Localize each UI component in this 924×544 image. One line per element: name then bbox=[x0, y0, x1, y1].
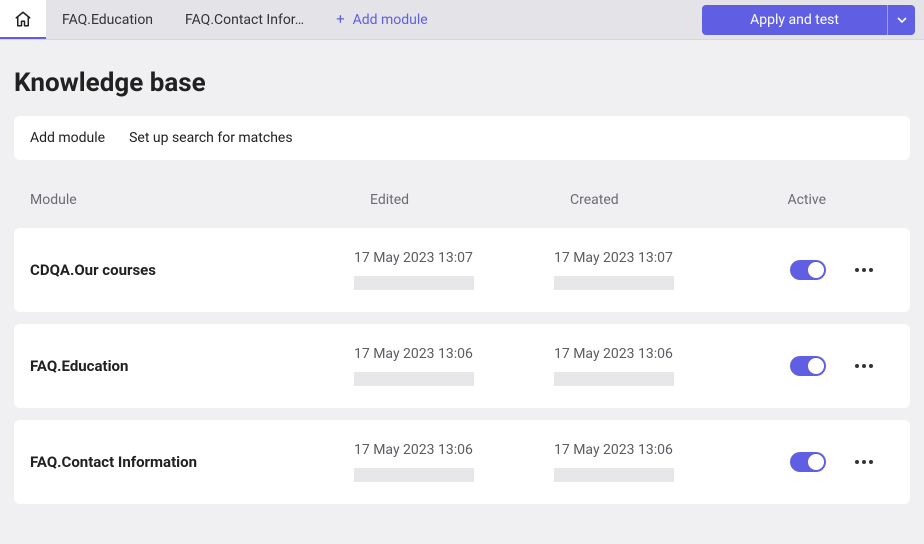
module-name: FAQ.Education bbox=[30, 357, 354, 375]
row-menu-button[interactable] bbox=[834, 460, 894, 464]
active-toggle[interactable] bbox=[790, 260, 826, 280]
table-header: Module Edited Created Active bbox=[0, 178, 924, 222]
more-icon bbox=[855, 364, 873, 368]
caret-down-icon bbox=[897, 15, 907, 25]
row-menu-button[interactable] bbox=[834, 268, 894, 272]
add-module-label: Add module bbox=[353, 12, 428, 28]
apply-dropdown-button[interactable] bbox=[887, 5, 915, 35]
edited-cell: 17 May 2023 13:06 bbox=[354, 346, 554, 386]
tab-label: FAQ.Education bbox=[62, 12, 153, 28]
edited-date: 17 May 2023 13:07 bbox=[354, 250, 554, 266]
page-title: Knowledge base bbox=[0, 40, 924, 116]
actions-bar: Add module Set up search for matches bbox=[14, 116, 910, 160]
placeholder-bar bbox=[354, 468, 474, 482]
table-row[interactable]: CDQA.Our courses 17 May 2023 13:07 17 Ma… bbox=[14, 228, 910, 312]
plus-icon: + bbox=[336, 12, 345, 27]
add-module-tab-button[interactable]: + Add module bbox=[320, 0, 444, 39]
placeholder-bar bbox=[554, 276, 674, 290]
tab-faq-contact[interactable]: FAQ.Contact Infor… bbox=[169, 0, 320, 39]
placeholder-bar bbox=[554, 372, 674, 386]
placeholder-bar bbox=[554, 468, 674, 482]
table-rows: CDQA.Our courses 17 May 2023 13:07 17 Ma… bbox=[0, 228, 924, 504]
active-toggle[interactable] bbox=[790, 452, 826, 472]
edited-date: 17 May 2023 13:06 bbox=[354, 442, 554, 458]
apply-label: Apply and test bbox=[750, 12, 839, 28]
active-cell bbox=[764, 452, 834, 472]
col-module: Module bbox=[30, 192, 370, 208]
active-cell bbox=[764, 260, 834, 280]
created-cell: 17 May 2023 13:07 bbox=[554, 250, 764, 290]
home-button[interactable] bbox=[0, 0, 46, 39]
setup-search-link[interactable]: Set up search for matches bbox=[129, 130, 292, 146]
table-row[interactable]: FAQ.Contact Information 17 May 2023 13:0… bbox=[14, 420, 910, 504]
edited-cell: 17 May 2023 13:06 bbox=[354, 442, 554, 482]
col-created: Created bbox=[570, 192, 780, 208]
module-name: FAQ.Contact Information bbox=[30, 453, 354, 471]
placeholder-bar bbox=[354, 372, 474, 386]
more-icon bbox=[855, 460, 873, 464]
apply-and-test-button[interactable]: Apply and test bbox=[702, 5, 887, 35]
tab-faq-education[interactable]: FAQ.Education bbox=[46, 0, 169, 39]
row-menu-button[interactable] bbox=[834, 364, 894, 368]
created-cell: 17 May 2023 13:06 bbox=[554, 346, 764, 386]
placeholder-bar bbox=[354, 276, 474, 290]
col-active: Active bbox=[780, 192, 834, 208]
more-icon bbox=[855, 268, 873, 272]
created-date: 17 May 2023 13:07 bbox=[554, 250, 764, 266]
spacer bbox=[444, 0, 702, 39]
tab-label: FAQ.Contact Infor… bbox=[185, 12, 304, 28]
edited-date: 17 May 2023 13:06 bbox=[354, 346, 554, 362]
active-toggle[interactable] bbox=[790, 356, 826, 376]
apply-wrap: Apply and test bbox=[702, 0, 924, 39]
created-cell: 17 May 2023 13:06 bbox=[554, 442, 764, 482]
col-edited: Edited bbox=[370, 192, 570, 208]
col-menu bbox=[834, 192, 894, 208]
created-date: 17 May 2023 13:06 bbox=[554, 442, 764, 458]
table-row[interactable]: FAQ.Education 17 May 2023 13:06 17 May 2… bbox=[14, 324, 910, 408]
module-name: CDQA.Our courses bbox=[30, 261, 354, 279]
topbar: FAQ.Education FAQ.Contact Infor… + Add m… bbox=[0, 0, 924, 40]
active-cell bbox=[764, 356, 834, 376]
add-module-link[interactable]: Add module bbox=[30, 130, 105, 146]
created-date: 17 May 2023 13:06 bbox=[554, 346, 764, 362]
edited-cell: 17 May 2023 13:07 bbox=[354, 250, 554, 290]
home-icon bbox=[14, 10, 32, 28]
apply-and-test-button-group: Apply and test bbox=[702, 5, 915, 35]
